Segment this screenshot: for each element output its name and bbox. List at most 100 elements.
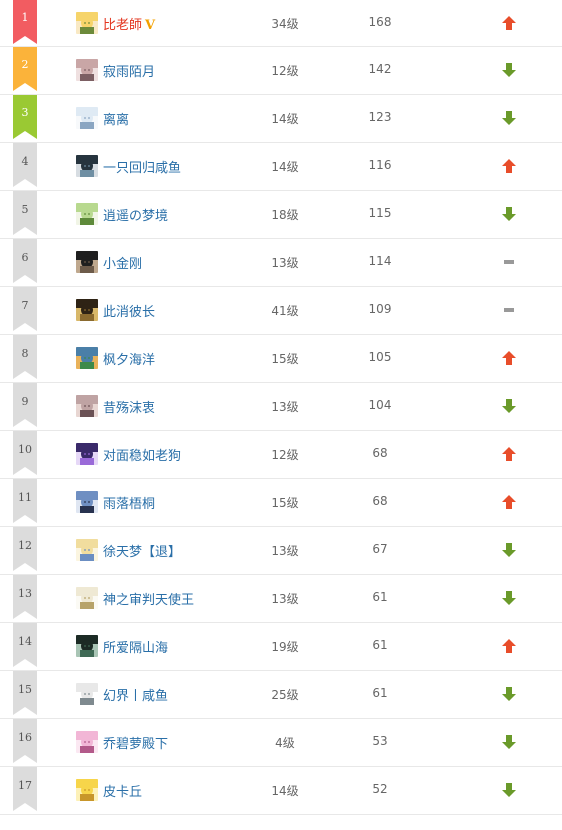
user-name-text[interactable]: 幻界丨咸鱼 [103, 689, 168, 704]
user-name[interactable]: 昔殇沫衷 [103, 397, 155, 416]
user-level: 18级 [271, 208, 299, 222]
user-name[interactable]: 幻界丨咸鱼 [103, 685, 168, 704]
user-name-text[interactable]: 小金刚 [103, 257, 142, 272]
user-name[interactable]: 寂雨陌月 [103, 61, 155, 80]
rank-number: 1 [21, 11, 29, 24]
avatar-pikachu-avatar[interactable] [76, 779, 98, 801]
rank-number: 17 [18, 779, 32, 792]
rank-number: 16 [18, 731, 32, 744]
avatar-portrait-avatar[interactable] [76, 395, 98, 417]
user-name-text[interactable]: 枫夕海洋 [103, 353, 155, 368]
avatar-image[interactable] [76, 299, 98, 321]
rank-badge: 13 [13, 575, 37, 619]
user-name[interactable]: 神之审判天使王 [103, 589, 194, 608]
avatar-image[interactable] [76, 443, 98, 465]
user-name[interactable]: 皮卡丘 [103, 781, 142, 800]
user-name[interactable]: 逍遥の梦境 [103, 205, 168, 224]
trend-same-icon [500, 302, 518, 318]
user-name[interactable]: 所爱隔山海 [103, 637, 168, 656]
avatar-blue-figure-avatar[interactable] [76, 491, 98, 513]
user-level: 14级 [271, 112, 299, 126]
user-name-text[interactable]: 所爱隔山海 [103, 641, 168, 656]
user-name[interactable]: 小金刚 [103, 253, 142, 272]
user-name-text[interactable]: 离离 [103, 113, 129, 128]
user-name-text[interactable]: 神之审判天使王 [103, 593, 194, 608]
avatar-image[interactable] [76, 635, 98, 657]
avatar-image[interactable] [76, 59, 98, 81]
list-item: 17 皮卡丘 14级 52 [0, 767, 562, 815]
user-score: 142 [368, 62, 392, 76]
avatar-blonde-figure-avatar[interactable] [76, 539, 98, 561]
user-score: 61 [372, 686, 388, 700]
user-name-text[interactable]: 皮卡丘 [103, 785, 142, 800]
avatar-image[interactable] [76, 347, 98, 369]
avatar-image[interactable] [76, 731, 98, 753]
user-name[interactable]: 对面稳如老狗 [103, 445, 181, 464]
avatar-dark-figure-avatar[interactable] [76, 251, 98, 273]
user-score: 104 [368, 398, 392, 412]
avatar-image[interactable] [76, 107, 98, 129]
user-name[interactable]: 乔碧萝殿下 [103, 733, 168, 752]
avatar-sketch-avatar[interactable] [76, 683, 98, 705]
avatar-dark-green-avatar[interactable] [76, 635, 98, 657]
avatar-yellow-hair-avatar[interactable] [76, 12, 98, 34]
list-item: 8 枫夕海洋 15级 105 [0, 335, 562, 383]
avatar-pink-anime-avatar[interactable] [76, 731, 98, 753]
user-name[interactable]: 比老師 V [103, 14, 155, 33]
trend-down-icon [500, 62, 518, 78]
avatar-dark-glow-avatar[interactable] [76, 299, 98, 321]
user-name-text[interactable]: 逍遥の梦境 [103, 209, 168, 224]
rank-number: 15 [18, 683, 32, 696]
avatar-light-figure-avatar[interactable] [76, 587, 98, 609]
user-score: 67 [372, 542, 388, 556]
user-name-text[interactable]: 此消彼长 [103, 305, 155, 320]
trend-down-icon [500, 734, 518, 750]
avatar-image[interactable] [76, 779, 98, 801]
user-score: 109 [368, 302, 392, 316]
avatar-image[interactable] [76, 203, 98, 225]
avatar-pink-figure-avatar[interactable] [76, 59, 98, 81]
user-name[interactable]: 徐天梦【退】 [103, 541, 181, 560]
user-level: 25级 [271, 688, 299, 702]
user-name[interactable]: 一只回归咸鱼 [103, 157, 181, 176]
avatar-image[interactable] [76, 539, 98, 561]
user-name[interactable]: 枫夕海洋 [103, 349, 155, 368]
rank-badge: 4 [13, 143, 37, 187]
user-level: 34级 [271, 17, 299, 31]
list-item: 7 此消彼长 41级 109 [0, 287, 562, 335]
user-level: 14级 [271, 784, 299, 798]
rank-badge: 5 [13, 191, 37, 235]
list-item: 16 乔碧萝殿下 4级 53 [0, 719, 562, 767]
rank-badge: 16 [13, 719, 37, 763]
rank-badge: 12 [13, 527, 37, 571]
avatar-purple-avatar[interactable] [76, 443, 98, 465]
user-level: 12级 [271, 448, 299, 462]
avatar-image[interactable] [76, 251, 98, 273]
user-name[interactable]: 离离 [103, 109, 129, 128]
user-name-text[interactable]: 乔碧萝殿下 [103, 737, 168, 752]
avatar-white-figure-avatar[interactable] [76, 107, 98, 129]
user-name-text[interactable]: 徐天梦【退】 [103, 545, 181, 560]
rank-badge: 8 [13, 335, 37, 379]
user-name-text[interactable]: 寂雨陌月 [103, 65, 155, 80]
avatar-dark-scene-avatar[interactable] [76, 155, 98, 177]
avatar-image[interactable] [76, 491, 98, 513]
user-name[interactable]: 雨落梧桐 [103, 493, 155, 512]
user-name-text[interactable]: 一只回归咸鱼 [103, 161, 181, 176]
rank-badge: 15 [13, 671, 37, 715]
avatar-image[interactable] [76, 395, 98, 417]
user-name-text[interactable]: 雨落梧桐 [103, 497, 155, 512]
user-name[interactable]: 此消彼长 [103, 301, 155, 320]
rank-badge: 17 [13, 767, 37, 811]
user-level: 4级 [275, 736, 295, 750]
avatar-image[interactable] [76, 155, 98, 177]
user-name-text[interactable]: 昔殇沫衷 [103, 401, 155, 416]
avatar-green-figure-avatar[interactable] [76, 203, 98, 225]
rank-badge: 2 [13, 47, 37, 91]
avatar-image[interactable] [76, 683, 98, 705]
avatar-image[interactable] [76, 12, 98, 34]
user-name-text[interactable]: 对面稳如老狗 [103, 449, 181, 464]
avatar-landscape-avatar[interactable] [76, 347, 98, 369]
avatar-image[interactable] [76, 587, 98, 609]
user-name-text[interactable]: 比老師 [103, 18, 142, 33]
